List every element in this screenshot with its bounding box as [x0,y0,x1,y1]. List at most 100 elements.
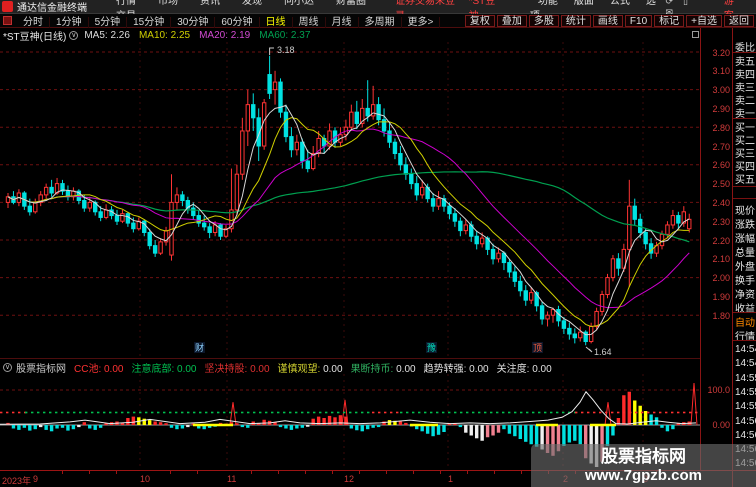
menu-item-市场[interactable]: 市场 [158,0,178,7]
indicator-fields: CC池: 0.00 注意底部: 0.00 坚决持股: 0.00 谨慎观望: 0.00 果… [74,360,560,375]
menu-item-资讯[interactable]: 资讯 [200,0,220,7]
axis-tick [170,471,171,474]
indicator-field-label: CC池: [74,363,104,375]
toolbar-button-返回[interactable]: 返回 [724,14,754,27]
ma-value: MA60: 2.37 [259,29,311,41]
menu-item-公式[interactable]: 公式 [610,0,630,7]
indicator-field: 坚决持股: 0.00 [205,364,270,375]
app-title: 通达信金融终端 [17,3,87,14]
axis-year-label: 2023年 [2,476,32,486]
sidebar-row-买五[interactable]: 买五 [735,171,756,186]
mobile-icon[interactable]: ▯ [683,0,688,6]
period-多周期[interactable]: 多周期 [358,17,402,28]
toolbar-button-画线[interactable]: 画线 [592,14,623,27]
collapse-icon[interactable]: ∨ [3,362,12,372]
axis-tick [62,471,63,474]
period-更多>[interactable]: 更多> [401,17,441,28]
sidebar-separator [733,52,756,53]
price-scale: 3.20 3.10 3.00 2.90 2.80 2.70 2.60 2.50 2.40 2.30… [700,28,733,470]
indicator-field-label: 果断持币: [350,363,397,375]
quote-sidebar[interactable]: 委比 卖五 卖四 卖三 卖二 卖一 买一 买二 买三 买四 买五 现价 涨跌 涨幅 总量 外盘 换手 净资 收益 自动… [732,28,756,487]
axis-month-label: 12 [344,474,355,484]
watermark-url: www.7gpzb.com [585,467,702,484]
sidebar-separator [733,186,756,187]
indicator-source: 股票指标网 [16,363,66,375]
watermark: 股票指标网 www.7gpzb.com [531,444,756,487]
toolbar-button-复权[interactable]: 复权 [464,14,495,27]
ma-value: MA10: 2.25 [138,29,191,41]
toolbar-button-多股[interactable]: 多股 [528,14,559,27]
period-30分钟[interactable]: 30分钟 [171,17,216,28]
period-周线[interactable]: 周线 [292,17,326,28]
period-1分钟[interactable]: 1分钟 [50,17,89,28]
svg-text:3.18: 3.18 [277,45,295,55]
sidebar-time-row: 14:55 [735,372,756,384]
toolbar-button-叠加[interactable]: 叠加 [496,14,527,27]
toolbar-buttons: 复权 叠加 多股 统计 画线 F10 标记 +自选 返回 [463,14,754,27]
ma-value: MA20: 2.19 [199,29,251,41]
price-label: 2.20 [712,235,730,246]
axis-tick [116,471,117,474]
indicator-field-value: 0.00 [532,363,552,375]
sidebar-separator [733,312,756,313]
axis-month-label: 11 [227,474,237,484]
indicator-field: 注意底部: 0.00 [131,364,196,375]
grid-view-icon[interactable] [3,16,12,25]
period-分时[interactable]: 分时 [17,17,50,28]
price-label: 2.90 [712,103,730,114]
price-label: 2.70 [712,141,730,152]
tdx-terminal-window: 通达信金融终端 行情市场资讯发现问小达财富圈交易 证券交易未登录 *ST豆神 功… [0,0,756,487]
indicator-field-value: 0.00 [396,363,416,375]
sidebar-row-外盘[interactable]: 外盘 [735,258,756,273]
sidebar-row-总量[interactable]: 总量 [735,244,756,259]
menu-item-财富圈[interactable]: 财富圈 [336,0,366,7]
sidebar-row-现价[interactable]: 现价 [735,202,756,217]
price-label: 2.80 [712,122,730,133]
period-月线[interactable]: 月线 [325,17,359,28]
indicator-field: 趋势转强: 0.00 [424,364,489,375]
sidebar-row-换手[interactable]: 换手 [735,272,756,287]
period-items: 分时 1分钟 5分钟 15分钟 30分钟 60分钟 日线 周线 月线 多周期 更多> [17,13,441,28]
sidebar-separator [733,198,756,199]
menu-item-版面[interactable]: 版面 [574,0,594,7]
menu-item-问小达[interactable]: 问小达 [284,0,314,7]
axis-tick [494,471,495,474]
sidebar-row-净资[interactable]: 净资 [735,286,756,301]
toolbar-button-统计[interactable]: 统计 [560,14,591,27]
chevron-down-icon[interactable]: ∨ [69,30,79,40]
toolbar-button-F10[interactable]: F10 [624,14,653,27]
toolbar-button-标记[interactable]: 标记 [654,14,685,27]
axis-tick [440,471,441,474]
chart-window-icon[interactable] [692,31,699,38]
indicator-field: 谨慎观望: 0.00 [278,364,343,375]
sidebar-row-涨跌[interactable]: 涨跌 [735,216,756,231]
period-15分钟[interactable]: 15分钟 [127,17,172,28]
menu-item-发现[interactable]: 发现 [242,0,262,7]
price-label: 3.20 [712,47,730,58]
period-60分钟[interactable]: 60分钟 [215,17,260,28]
indicator-field-value: 0.00 [323,363,343,375]
indicator-field-label: 趋势转强: [423,363,470,375]
price-label: 2.00 [712,273,730,284]
axis-tick [197,471,198,474]
axis-month-label: 10 [140,474,151,484]
svg-text:1.64: 1.64 [594,347,612,357]
axis-month-label: 1 [448,474,454,484]
sidebar-row-自动[interactable]: 自动 [735,314,756,329]
menu-item-功能[interactable]: 功能 [538,0,558,7]
sidebar-row-涨幅[interactable]: 涨幅 [735,230,756,245]
price-label: 1.90 [712,291,730,302]
refresh-icon[interactable]: ⟳ [665,0,673,6]
menu-item-行情[interactable]: 行情 [116,0,136,7]
price-label: 1.80 [712,310,730,321]
indicator-field-label: 谨慎观望: [277,363,324,375]
price-label: 3.10 [712,66,730,77]
axis-tick [89,471,90,474]
toolbar-button-+自选[interactable]: +自选 [686,14,722,27]
axis-tick [413,471,414,474]
candlestick-chart[interactable]: 3.18 1.64 财 豫 顶 [0,42,700,358]
axis-tick [251,471,252,474]
indicator-field-value: 0.00 [250,363,270,375]
period-日线[interactable]: 日线 [259,17,293,28]
period-5分钟[interactable]: 5分钟 [88,17,128,28]
